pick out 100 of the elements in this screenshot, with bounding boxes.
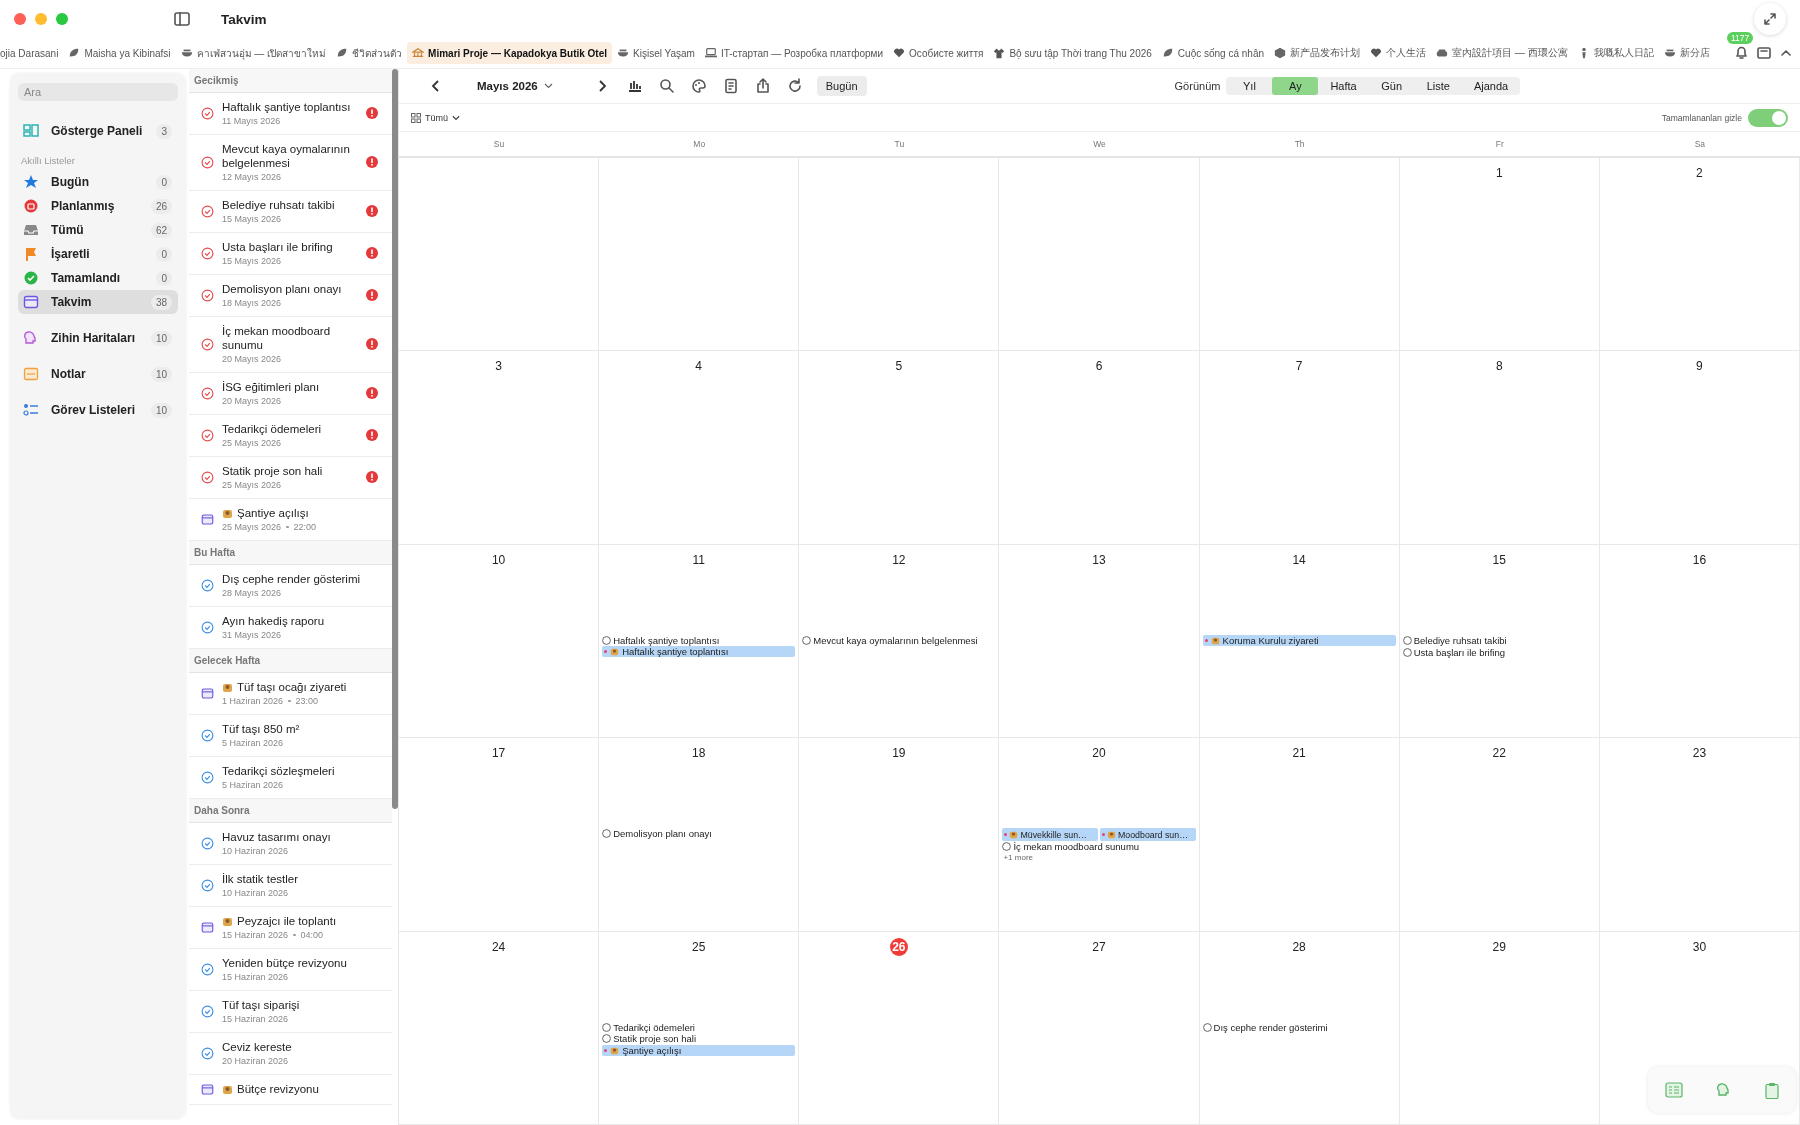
day-cell[interactable]: 17: [399, 738, 600, 932]
task-label[interactable]: Tedarikçi ödemeleri: [613, 1021, 695, 1033]
circle-checkbox-icon[interactable]: [602, 1034, 612, 1044]
day-cell[interactable]: 24: [399, 931, 600, 1125]
day-cell[interactable]: 12 Mevcut kaya oymalarının belgelenmesi: [799, 544, 1000, 739]
sidebar-item[interactable]: Zihin Haritaları 10: [18, 326, 178, 350]
circle-checkbox-icon[interactable]: [602, 636, 612, 646]
sidebar-item[interactable]: Gösterge Paneli 3: [18, 119, 178, 143]
day-cell[interactable]: 6: [999, 351, 1200, 545]
day-cell[interactable]: 9: [1599, 351, 1800, 545]
check-circle-icon[interactable]: [201, 204, 214, 218]
check-circle-icon[interactable]: [201, 386, 214, 400]
check-circle-icon[interactable]: [201, 337, 214, 351]
sidebar-item[interactable]: Planlanmış 26: [18, 194, 178, 218]
check-circle-icon[interactable]: [201, 836, 214, 850]
day-cell[interactable]: 13: [999, 544, 1200, 739]
palette-icon[interactable]: [690, 78, 707, 94]
sidebar-item[interactable]: Tamamlandı 0: [18, 266, 178, 290]
sidebar-item[interactable]: Bugün 0: [18, 170, 178, 194]
circle-checkbox-icon[interactable]: [602, 829, 612, 839]
day-cell[interactable]: 22: [1399, 738, 1600, 932]
chevron-right-icon[interactable]: [596, 79, 607, 93]
day-cell[interactable]: 14 Koruma Kurulu ziyareti: [1199, 544, 1400, 739]
circle-checkbox-icon[interactable]: [802, 636, 812, 646]
list-card-icon[interactable]: [1664, 1082, 1683, 1098]
day-cell[interactable]: 29: [1399, 931, 1600, 1125]
refresh-icon[interactable]: [786, 78, 803, 94]
tab[interactable]: Особисте життя: [888, 42, 989, 64]
circle-checkbox-icon[interactable]: [1002, 842, 1012, 852]
check-circle-icon[interactable]: [201, 578, 214, 592]
event-pill[interactable]: Haftalık şantiye toplantısı: [602, 646, 796, 658]
event-pill[interactable]: Koruma Kurulu ziyareti: [1202, 634, 1396, 646]
check-circle-icon[interactable]: [201, 878, 214, 892]
bell-icon[interactable]: [1735, 46, 1748, 60]
panel-icon[interactable]: [1757, 47, 1771, 59]
sidebar-item[interactable]: Tümü 62: [18, 218, 178, 242]
day-cell[interactable]: 27: [999, 931, 1200, 1125]
event-pill[interactable]: Moodboard sun…: [1100, 828, 1196, 842]
sidebar-item[interactable]: İşaretli 0: [18, 242, 178, 266]
task-label[interactable]: Demolisyon planı onayı: [613, 828, 712, 840]
sidebar-toggle-icon[interactable]: [174, 12, 190, 26]
brain-icon[interactable]: [1716, 1082, 1732, 1098]
bar-chart-icon[interactable]: [626, 78, 643, 94]
day-cell[interactable]: 23: [1599, 738, 1800, 932]
check-circle-icon[interactable]: [201, 288, 214, 302]
day-cell[interactable]: 10: [399, 544, 600, 739]
tab[interactable]: Cuộc sống cá nhân: [1156, 42, 1269, 64]
task-label[interactable]: Haftalık şantiye toplantısı: [613, 635, 720, 647]
circle-checkbox-icon[interactable]: [1202, 1022, 1212, 1032]
tab[interactable]: 新产品发布计划: [1269, 41, 1365, 65]
task-label[interactable]: Usta başları ile brifing: [1413, 646, 1506, 658]
task-label[interactable]: İç mekan moodboard sunumu: [1013, 841, 1140, 853]
more-link[interactable]: +1 more: [1002, 852, 1196, 862]
day-cell[interactable]: 28 Dış cephe render gösterimi: [1199, 931, 1400, 1125]
zoom-button[interactable]: [56, 13, 68, 25]
document-icon[interactable]: [722, 78, 739, 94]
task-label[interactable]: Mevcut kaya oymalarının belgelenmesi: [813, 635, 978, 647]
sidebar-item[interactable]: Görev Listeleri 10: [18, 398, 178, 422]
check-circle-icon[interactable]: [201, 1004, 214, 1018]
task-label[interactable]: Belediye ruhsatı takibi: [1413, 635, 1507, 647]
tab[interactable]: ojia Darasani: [0, 42, 64, 64]
check-circle-icon[interactable]: [201, 155, 214, 169]
day-cell[interactable]: 7: [1199, 351, 1400, 545]
view-tab[interactable]: Liste: [1414, 77, 1462, 95]
sidebar-item[interactable]: Takvim 38: [18, 290, 178, 314]
scrollbar[interactable]: [392, 69, 398, 809]
tab[interactable]: Kişisel Yaşam: [612, 42, 700, 64]
check-circle-icon[interactable]: [201, 246, 214, 260]
day-cell[interactable]: 8: [1399, 351, 1600, 545]
view-tab[interactable]: Gün: [1368, 77, 1415, 95]
day-cell[interactable]: 5: [799, 351, 1000, 545]
tab[interactable]: Bộ sưu tập Thời trang Thu 2026: [988, 42, 1157, 64]
tab[interactable]: 室內設計項目 — 西環公寓: [1431, 41, 1573, 65]
toggle-switch[interactable]: [1748, 108, 1788, 127]
day-cell[interactable]: 2: [1599, 158, 1800, 352]
check-circle-icon[interactable]: [201, 428, 214, 442]
tab[interactable]: คาเฟ่สวนอุ่ม — เปิดสาขาใหม่: [175, 40, 332, 66]
day-cell[interactable]: 11 Haftalık şantiye toplantısı Haftalık şantiye toplantısı: [599, 544, 800, 739]
day-cell[interactable]: 18 Demolisyon planı onayı: [599, 738, 800, 932]
chevron-left-icon[interactable]: [431, 79, 441, 93]
chevron-up-icon[interactable]: [1780, 49, 1792, 57]
task-label[interactable]: Statik proje son hali: [613, 1033, 697, 1045]
day-cell[interactable]: 25 Tedarikçi ödemeleri Statik proje son hali Şantiye açılışı: [599, 931, 800, 1125]
check-circle-icon[interactable]: [201, 1046, 214, 1060]
task-label[interactable]: Dış cephe render gösterimi: [1213, 1021, 1328, 1033]
day-cell[interactable]: 20 Müvekkille sun… Moodboard sun… İç mekan moodboard sunumu +1 more: [999, 738, 1200, 932]
check-circle-icon[interactable]: [201, 770, 214, 784]
event-pill[interactable]: Şantiye açılışı: [602, 1044, 796, 1056]
tab[interactable]: 我嘅私人日記: [1572, 41, 1659, 65]
check-circle-icon[interactable]: [201, 962, 214, 976]
day-cell[interactable]: 1: [1399, 158, 1600, 352]
tab[interactable]: 个人生活: [1365, 41, 1431, 65]
check-circle-icon[interactable]: [201, 728, 214, 742]
tab[interactable]: Maisha ya Kibinafsi: [63, 42, 176, 64]
clipboard-icon[interactable]: [1765, 1081, 1780, 1099]
day-cell[interactable]: 19: [799, 738, 1000, 932]
circle-checkbox-icon[interactable]: [1402, 636, 1412, 646]
day-cell[interactable]: 4: [599, 351, 800, 545]
check-circle-icon[interactable]: [201, 106, 214, 120]
day-cell[interactable]: 16: [1599, 544, 1800, 739]
